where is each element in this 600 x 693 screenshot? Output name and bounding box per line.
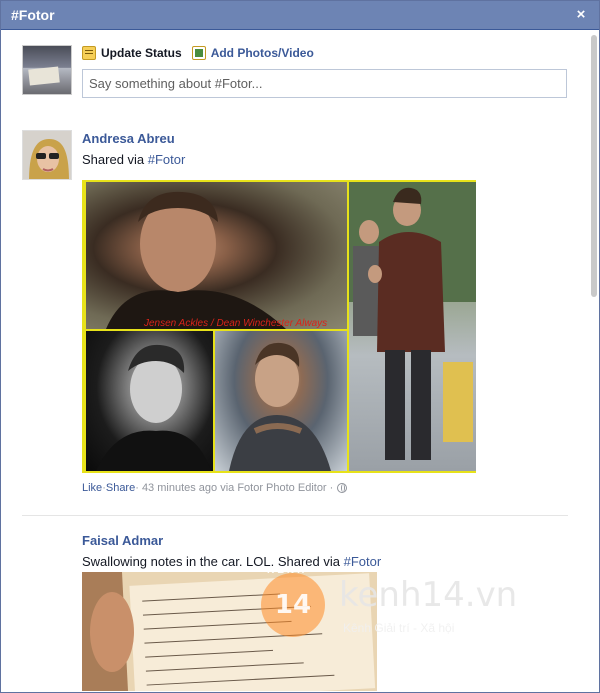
like-link[interactable]: Like [82,482,102,494]
post-body: Shared via #Fotor [82,152,185,167]
fotor-dialog: #Fotor × Update Status Add Photos/Video [0,0,600,693]
post-photo[interactable] [82,572,377,691]
post-body: Swallowing notes in the car. LOL. Shared… [82,554,381,569]
post-body-text: Shared via [82,152,148,167]
photo-icon [191,46,206,60]
post-body-text: Swallowing notes in the car. LOL. Shared… [82,554,344,569]
dialog-title: #Fotor [11,7,55,23]
scrollbar-thumb[interactable] [591,35,597,297]
post-actions: Like · Share · 43 minutes ago via Fotor … [82,482,348,494]
post-timestamp: · 43 minutes ago via Fotor Photo Editor … [135,482,334,494]
share-link[interactable]: Share [106,482,135,494]
post-author[interactable]: Faisal Admar [82,533,163,548]
collage-photo[interactable] [215,331,347,471]
author-avatar[interactable] [22,130,72,180]
post-divider [22,515,568,516]
status-input[interactable] [82,69,567,98]
tab-add-photos[interactable]: Add Photos/Video [191,46,314,60]
status-note-icon [82,46,96,60]
tab-update-status[interactable]: Update Status [82,46,182,60]
status-composer: Update Status Add Photos/Video [22,45,568,105]
user-avatar [22,45,72,95]
feed-post: Faisal Admar Swallowing notes in the car… [22,532,568,692]
collage-photo[interactable] [86,182,347,329]
photo-collage[interactable]: Jensen Ackles / Dean Winchester Always [82,180,476,473]
tab-add-photos-label: Add Photos/Video [210,46,314,60]
collage-photo[interactable] [86,331,213,471]
hashtag-link[interactable]: #Fotor [148,152,186,167]
collage-caption: Jensen Ackles / Dean Winchester Always [144,318,328,329]
hashtag-link[interactable]: #Fotor [344,554,382,569]
close-icon[interactable]: × [573,7,589,23]
collage-photo[interactable] [349,182,476,471]
globe-icon[interactable] [337,483,348,493]
feed-post: Andresa Abreu Shared via #Fotor Jensen A… [22,130,568,510]
tab-update-status-label: Update Status [101,46,182,60]
dialog-titlebar: #Fotor × [1,1,599,30]
post-author[interactable]: Andresa Abreu [82,131,175,146]
composer-tabs: Update Status Add Photos/Video [82,46,314,60]
